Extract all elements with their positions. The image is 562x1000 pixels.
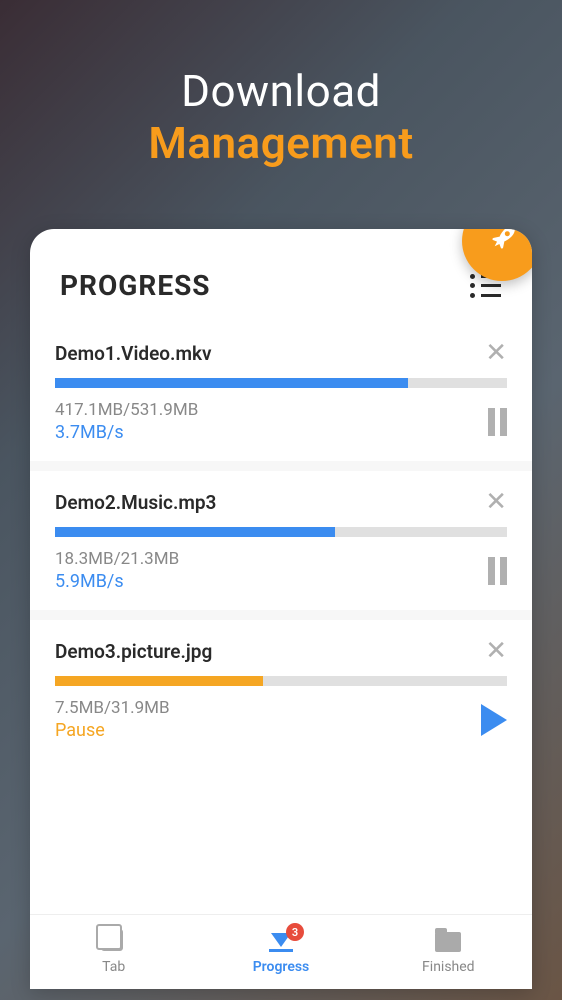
size-text: 18.3MB/21.3MB: [55, 549, 179, 569]
file-name: Demo2.Music.mp3: [55, 491, 216, 514]
promo-header: Download Management: [0, 0, 562, 199]
folder-icon: [435, 929, 461, 955]
rocket-icon: [482, 229, 522, 263]
file-name: Demo1.Video.mkv: [55, 342, 212, 365]
header-title-line1: Download: [0, 65, 562, 117]
pause-icon: [488, 408, 507, 436]
bottom-nav: Tab 3 Progress Finished: [30, 914, 532, 989]
nav-finished[interactable]: Finished: [365, 915, 532, 989]
speed-text: 5.9MB/s: [55, 571, 179, 592]
badge-count: 3: [286, 923, 304, 941]
pause-button[interactable]: [488, 557, 507, 585]
nav-progress[interactable]: 3 Progress: [197, 915, 364, 989]
progress-bar: [55, 676, 507, 686]
play-icon: [481, 704, 507, 736]
download-item: Demo1.Video.mkv ✕ 417.1MB/531.9MB 3.7MB/…: [30, 322, 532, 461]
download-list: Demo1.Video.mkv ✕ 417.1MB/531.9MB 3.7MB/…: [30, 322, 532, 759]
close-icon[interactable]: ✕: [485, 489, 507, 515]
progress-bar: [55, 527, 507, 537]
progress-bar: [55, 378, 507, 388]
tabs-icon: [101, 929, 127, 955]
download-item: Demo3.picture.jpg ✕ 7.5MB/31.9MB Pause: [30, 620, 532, 759]
close-icon[interactable]: ✕: [485, 638, 507, 664]
nav-label: Tab: [102, 959, 125, 975]
nav-tab[interactable]: Tab: [30, 915, 197, 989]
size-text: 417.1MB/531.9MB: [55, 400, 198, 420]
play-button[interactable]: [481, 704, 507, 736]
download-item: Demo2.Music.mp3 ✕ 18.3MB/21.3MB 5.9MB/s: [30, 471, 532, 610]
speed-text: 3.7MB/s: [55, 422, 198, 443]
file-name: Demo3.picture.jpg: [55, 640, 212, 663]
size-text: 7.5MB/31.9MB: [55, 698, 170, 718]
nav-label: Finished: [422, 959, 475, 975]
nav-label: Progress: [253, 959, 310, 975]
header-title-line2: Management: [0, 117, 562, 169]
download-icon: 3: [268, 929, 294, 955]
progress-card: PROGRESS Demo1.Video.mkv ✕ 417.1MB/531.9…: [30, 229, 532, 989]
pause-button[interactable]: [488, 408, 507, 436]
close-icon[interactable]: ✕: [485, 340, 507, 366]
card-header: PROGRESS: [30, 229, 532, 322]
progress-fill: [55, 527, 335, 537]
pause-icon: [488, 557, 507, 585]
status-text: Pause: [55, 720, 170, 741]
card-title: PROGRESS: [60, 269, 211, 302]
progress-fill: [55, 676, 263, 686]
progress-fill: [55, 378, 408, 388]
